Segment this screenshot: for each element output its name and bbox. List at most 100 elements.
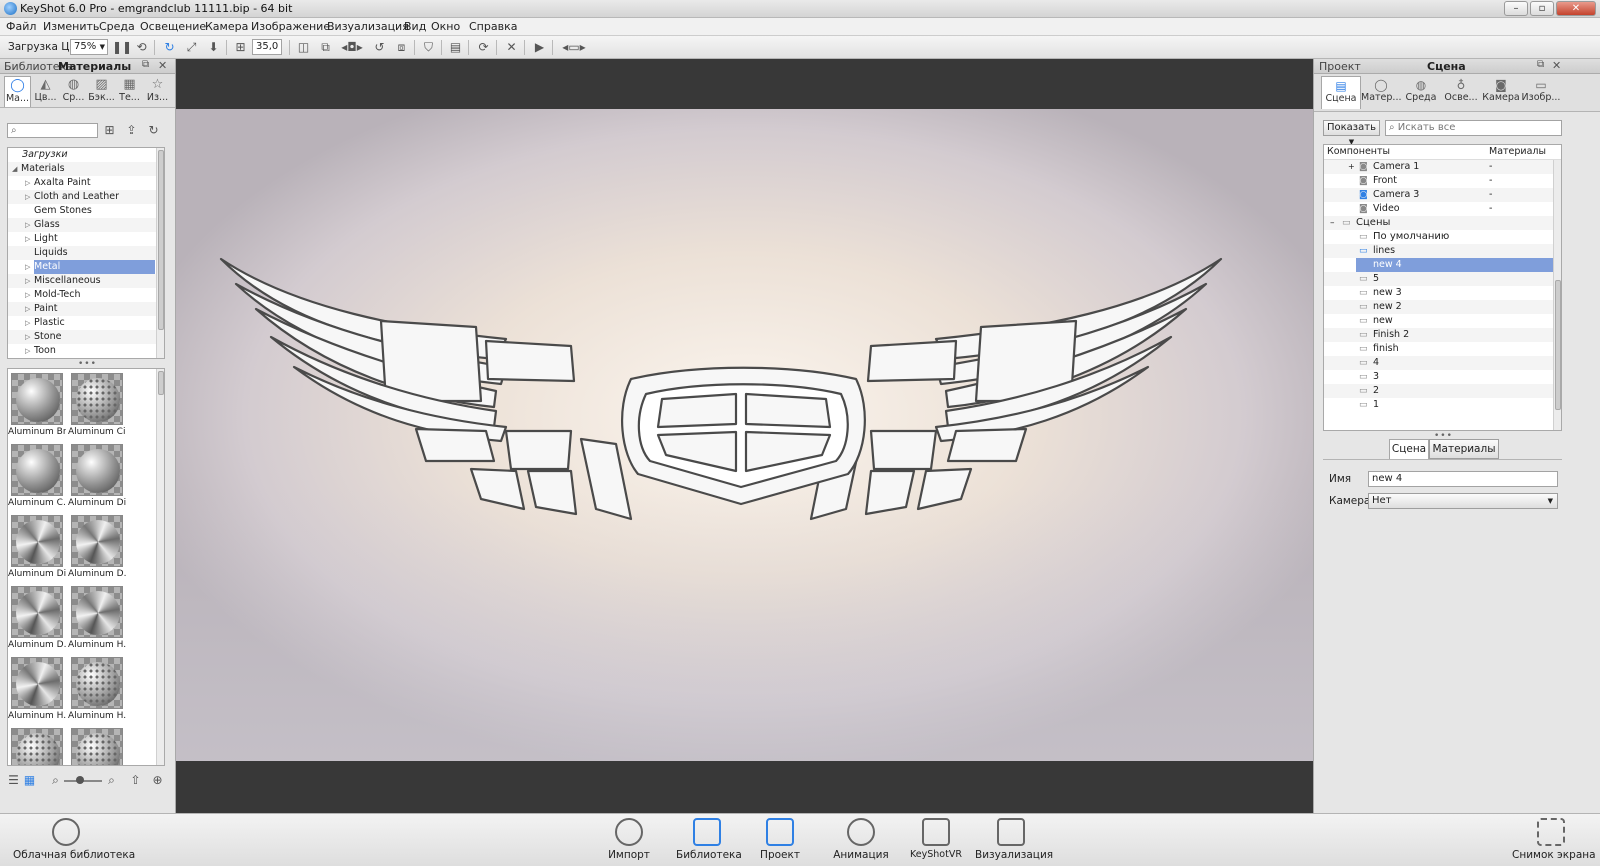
scenes-group-row[interactable]: – ▭ Сцены: [1324, 216, 1561, 230]
scroll-thumb[interactable]: [158, 371, 164, 395]
material-thumbnail[interactable]: Aluminum Br...: [8, 369, 66, 440]
add-folder-icon[interactable]: ⊞: [102, 123, 117, 137]
components-column-header[interactable]: Компоненты: [1327, 145, 1390, 159]
library-button[interactable]: Библиотека: [676, 818, 742, 861]
tab-scene[interactable]: ▤ Сцена: [1321, 76, 1361, 109]
tab-image[interactable]: ▭ Изобр...: [1521, 76, 1561, 109]
camera-row[interactable]: ◙ Video -: [1324, 202, 1561, 216]
scene-row[interactable]: ▭ 1: [1324, 398, 1561, 412]
animation-button[interactable]: Анимация: [830, 818, 892, 861]
render-viewport[interactable]: [176, 59, 1313, 813]
subtab-materials[interactable]: Материалы: [1429, 439, 1499, 459]
camera-row[interactable]: ◙ Camera 3-: [1324, 188, 1561, 202]
materials-column-header[interactable]: Материалы: [1489, 145, 1546, 159]
close-button[interactable]: ✕: [1556, 1, 1596, 16]
render-button[interactable]: Визуализация: [975, 818, 1053, 861]
tab-materials[interactable]: ◯ Матер...: [1361, 76, 1401, 109]
perspective-grid-icon[interactable]: ⊞: [233, 40, 248, 54]
focal-length-field[interactable]: 35,0: [252, 39, 282, 55]
material-thumbnail[interactable]: Aluminum H...: [68, 582, 126, 653]
menu-image[interactable]: Изображение: [247, 19, 334, 34]
add-to-folder-icon[interactable]: ⊕: [150, 773, 165, 787]
scene-name-input[interactable]: new 4: [1368, 471, 1558, 487]
tab-environments[interactable]: ◍ Ср...: [60, 76, 87, 107]
scene-row[interactable]: ▭ lines: [1324, 244, 1561, 258]
tab-backplates[interactable]: ▨ Бэк...: [88, 76, 115, 107]
shield-icon[interactable]: ⛉: [421, 40, 436, 54]
menu-file[interactable]: Файл: [2, 19, 40, 34]
refresh-icon[interactable]: ↻: [146, 123, 161, 137]
menu-window[interactable]: Окно: [427, 19, 464, 34]
scene-row[interactable]: ▭ 3: [1324, 370, 1561, 384]
refresh-settings-icon[interactable]: ⟲: [134, 40, 149, 54]
material-thumbnail[interactable]: Aluminum Ci...: [68, 369, 126, 440]
geometry-view-icon[interactable]: ⧈: [394, 40, 409, 54]
camera-select[interactable]: Нет ▼: [1368, 493, 1558, 509]
camera-nav-icon[interactable]: ◂◘▸: [340, 40, 364, 54]
import-button[interactable]: Импорт: [604, 818, 654, 861]
scene-row[interactable]: ▭ new: [1324, 314, 1561, 328]
tree-item[interactable]: ▷ Light: [8, 232, 164, 246]
material-thumbnail[interactable]: Aluminum C...: [8, 440, 66, 511]
tree-scrollbar[interactable]: [156, 148, 164, 358]
zoom-in-icon[interactable]: ⌕: [104, 773, 119, 787]
project-button[interactable]: Проект: [755, 818, 805, 861]
scene-row[interactable]: ▭ new 3: [1324, 286, 1561, 300]
tab-colors[interactable]: ◭ Цв...: [32, 76, 59, 107]
tab-environment[interactable]: ◍ Среда: [1401, 76, 1441, 109]
grid-view-icon[interactable]: ▦: [22, 773, 37, 787]
keyshotvr-button[interactable]: KeyShotVR: [907, 818, 965, 860]
menu-camera[interactable]: Камера: [201, 19, 252, 34]
zoom-out-icon[interactable]: ⌕: [48, 773, 63, 787]
presentation-icon[interactable]: ▤: [448, 40, 463, 54]
scene-row[interactable]: ▭ finish: [1324, 342, 1561, 356]
upload-icon[interactable]: ⇪: [124, 123, 139, 137]
material-thumbnail[interactable]: [68, 724, 126, 765]
cloud-upload-icon[interactable]: ⇧: [128, 773, 143, 787]
menu-view[interactable]: Вид: [400, 19, 430, 34]
screenshot-button[interactable]: Снимок экрана: [1512, 818, 1596, 861]
drop-down-icon[interactable]: ⬇: [206, 40, 221, 54]
scene-tree-scrollbar[interactable]: [1553, 160, 1561, 430]
subtab-scene[interactable]: Сцена: [1389, 439, 1429, 459]
tab-materials[interactable]: ◯ Ма...: [4, 76, 31, 107]
tree-item[interactable]: ▷ Plastic: [8, 316, 164, 330]
tree-item-downloads[interactable]: Загрузки: [8, 148, 164, 162]
tab-textures[interactable]: ▦ Те...: [116, 76, 143, 107]
layout-menu-icon[interactable]: ◂▭▸: [560, 40, 588, 54]
scene-row[interactable]: ▭ По умолчанию: [1324, 230, 1561, 244]
tree-item[interactable]: ▷ Axalta Paint: [8, 176, 164, 190]
region-render-icon[interactable]: ◫: [296, 40, 311, 54]
undock-icon[interactable]: ⧉: [1537, 59, 1544, 70]
scene-search-input[interactable]: ⌕ Искать все: [1385, 120, 1562, 136]
minimize-button[interactable]: –: [1504, 1, 1528, 16]
tab-camera[interactable]: ◙ Камера: [1481, 76, 1521, 109]
scene-row[interactable]: ▭ 4: [1324, 356, 1561, 370]
tree-item[interactable]: Liquids: [8, 246, 164, 260]
fit-view-icon[interactable]: ⤢: [184, 40, 199, 54]
tree-item[interactable]: ▷ Glass: [8, 218, 164, 232]
library-search-input[interactable]: ⌕: [7, 123, 98, 138]
tree-item[interactable]: ▷ Toon: [8, 344, 164, 358]
camera-row[interactable]: + ◙ Camera 1-: [1324, 160, 1561, 174]
undock-icon[interactable]: ⧉: [142, 59, 149, 70]
thumbnails-scrollbar[interactable]: [156, 369, 164, 765]
menu-lighting[interactable]: Освещение: [136, 19, 210, 34]
scene-row[interactable]: ▭ 2: [1324, 384, 1561, 398]
close-icon[interactable]: ✕: [158, 59, 167, 72]
scene-row-selected[interactable]: ▭new 4: [1324, 258, 1561, 272]
material-thumbnail[interactable]: Aluminum Di...: [8, 511, 66, 582]
scene-row[interactable]: ▭ Finish 2: [1324, 328, 1561, 342]
material-thumbnail[interactable]: Aluminum H...: [8, 653, 66, 724]
scroll-thumb[interactable]: [158, 150, 164, 330]
reload-icon[interactable]: ↻: [162, 40, 177, 54]
materials-title[interactable]: Материалы: [58, 60, 131, 73]
tools-icon[interactable]: ✕: [504, 40, 519, 54]
close-icon[interactable]: ✕: [1552, 59, 1561, 72]
slider-handle[interactable]: [76, 776, 84, 784]
project-title[interactable]: Проект: [1319, 60, 1361, 73]
scroll-thumb[interactable]: [1555, 280, 1561, 410]
add-camera-icon[interactable]: ⧉: [318, 40, 333, 54]
material-thumbnail[interactable]: Aluminum Di...: [68, 440, 126, 511]
tab-favorites[interactable]: ☆ Из...: [144, 76, 171, 107]
